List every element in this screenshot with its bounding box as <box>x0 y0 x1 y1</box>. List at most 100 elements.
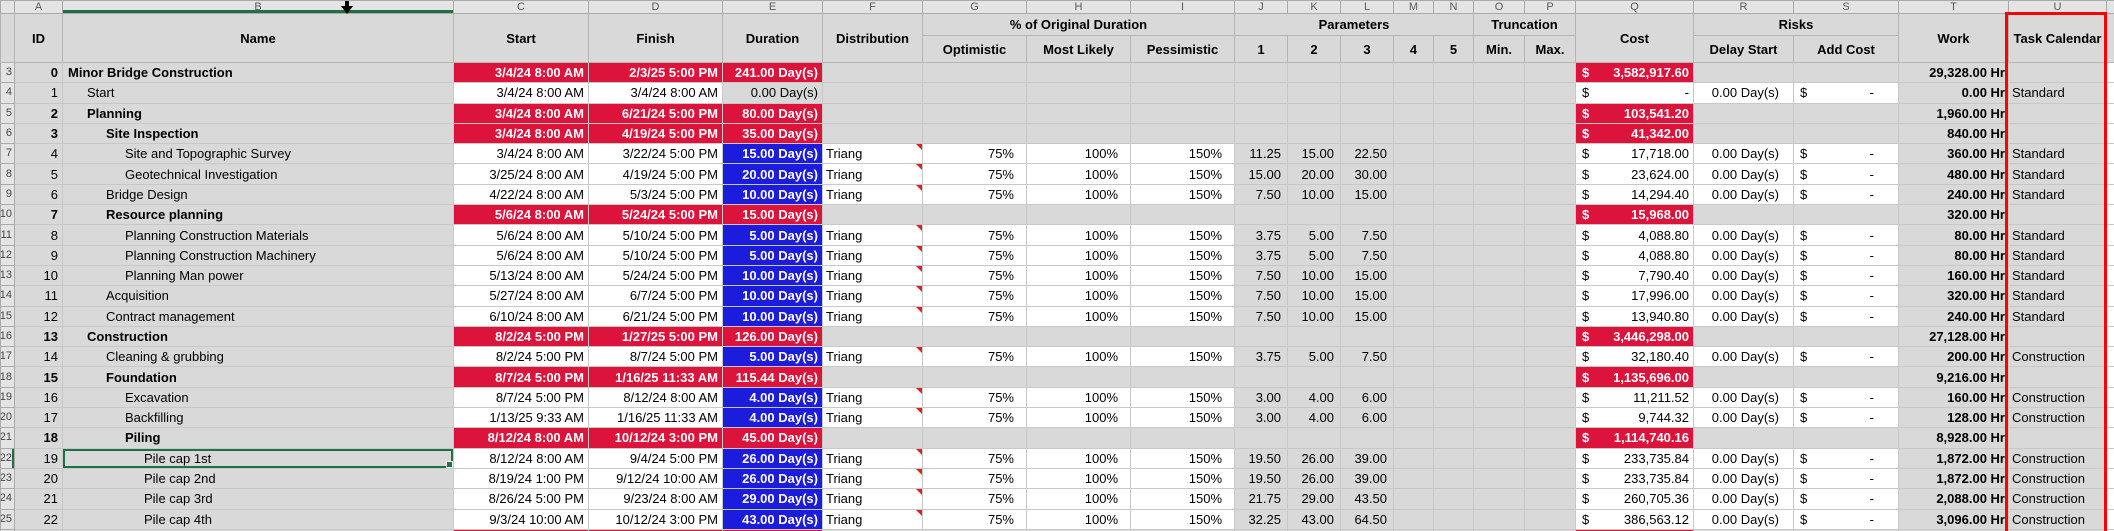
cell-param-3[interactable] <box>1341 326 1394 346</box>
cell-name[interactable]: Piling <box>63 428 454 448</box>
cell-name[interactable]: Backfilling <box>63 408 454 428</box>
cell-add-cost[interactable] <box>1794 367 1899 387</box>
cell-distribution[interactable]: Triang <box>823 286 923 306</box>
cell-truncation-max[interactable] <box>1525 509 1576 529</box>
cell-truncation-min[interactable] <box>1474 144 1525 164</box>
cell-finish[interactable]: 3/22/24 5:00 PM <box>589 144 723 164</box>
cell-task-calendar[interactable]: Standard <box>2009 225 2107 245</box>
cell-start[interactable]: 5/27/24 8:00 AM <box>454 286 589 306</box>
cell-optimistic[interactable]: 75% <box>923 144 1027 164</box>
cell-add-cost[interactable]: $- <box>1794 225 1899 245</box>
row-number[interactable]: 6 <box>1 123 15 143</box>
cell-task-calendar[interactable] <box>2009 205 2107 225</box>
cell-work[interactable]: 0.00 Hr <box>1899 83 2009 103</box>
cell-param-4[interactable] <box>1394 103 1434 123</box>
cell-truncation-min[interactable] <box>1474 489 1525 509</box>
cell-pessimistic[interactable] <box>1131 367 1235 387</box>
cell-work[interactable]: 1,872.00 Hr <box>1899 448 2009 468</box>
cell-distribution[interactable]: Triang <box>823 306 923 326</box>
column-letter-D[interactable]: D <box>589 1 723 14</box>
cell-optimistic[interactable] <box>923 428 1027 448</box>
cell-duration[interactable]: 15.00 Day(s) <box>723 205 823 225</box>
cell-param-2[interactable]: 5.00 <box>1288 225 1341 245</box>
cell-most-likely[interactable]: 100% <box>1027 408 1131 428</box>
cell-pessimistic[interactable]: 150% <box>1131 265 1235 285</box>
cell-task-calendar[interactable]: Standard <box>2009 306 2107 326</box>
header-pessimistic[interactable]: Pessimistic <box>1131 36 1235 63</box>
cell-task-calendar[interactable]: Standard <box>2009 184 2107 204</box>
cell-duration[interactable]: 29.00 Day(s) <box>723 489 823 509</box>
cell-truncation-min[interactable] <box>1474 468 1525 488</box>
cell-name[interactable]: Minor Bridge Construction <box>63 63 454 83</box>
cell-cost[interactable]: $15,968.00 <box>1576 205 1694 225</box>
cell-param-5[interactable] <box>1434 286 1474 306</box>
cell-param-3[interactable]: 15.00 <box>1341 184 1394 204</box>
cell-distribution[interactable]: Triang <box>823 225 923 245</box>
cell-task-calendar[interactable]: Construction <box>2009 509 2107 529</box>
header-add-cost[interactable]: Add Cost <box>1794 36 1899 63</box>
cell-finish[interactable]: 9/12/24 10:00 AM <box>589 468 723 488</box>
cell-start[interactable]: 8/7/24 5:00 PM <box>454 387 589 407</box>
cell-delay-start[interactable]: 0.00 Day(s) <box>1694 489 1794 509</box>
cell-duration[interactable]: 26.00 Day(s) <box>723 468 823 488</box>
cell-cost[interactable]: $- <box>1576 83 1694 103</box>
cell-param-2[interactable]: 10.00 <box>1288 184 1341 204</box>
cell-task-calendar[interactable]: Construction <box>2009 387 2107 407</box>
cell-param-1[interactable]: 3.00 <box>1235 387 1288 407</box>
cell-duration[interactable]: 4.00 Day(s) <box>723 387 823 407</box>
cell-param-1[interactable]: 3.75 <box>1235 347 1288 367</box>
cell-truncation-min[interactable] <box>1474 164 1525 184</box>
cell-param-1[interactable]: 3.75 <box>1235 225 1288 245</box>
cell-pessimistic[interactable]: 150% <box>1131 144 1235 164</box>
cell-truncation-max[interactable] <box>1525 306 1576 326</box>
cell-param-1[interactable]: 15.00 <box>1235 164 1288 184</box>
cell-param-3[interactable]: 6.00 <box>1341 387 1394 407</box>
cell-param-4[interactable] <box>1394 205 1434 225</box>
cell-id[interactable]: 9 <box>15 245 63 265</box>
cell-param-4[interactable] <box>1394 509 1434 529</box>
cell-most-likely[interactable]: 100% <box>1027 286 1131 306</box>
cell-cost[interactable]: $233,735.84 <box>1576 448 1694 468</box>
cell-param-2[interactable] <box>1288 123 1341 143</box>
row-number[interactable]: 4 <box>1 83 15 103</box>
cell-distribution[interactable]: Triang <box>823 509 923 529</box>
cell-delay-start[interactable]: 0.00 Day(s) <box>1694 408 1794 428</box>
cell-truncation-min[interactable] <box>1474 245 1525 265</box>
cell-duration[interactable]: 10.00 Day(s) <box>723 286 823 306</box>
cell-param-5[interactable] <box>1434 428 1474 448</box>
cell-optimistic[interactable] <box>923 83 1027 103</box>
cell-delay-start[interactable]: 0.00 Day(s) <box>1694 306 1794 326</box>
cell-finish[interactable]: 10/12/24 3:00 PM <box>589 428 723 448</box>
cell-param-3[interactable]: 64.50 <box>1341 509 1394 529</box>
cell-add-cost[interactable]: $- <box>1794 509 1899 529</box>
cell-task-calendar[interactable] <box>2009 428 2107 448</box>
cell-delay-start[interactable] <box>1694 123 1794 143</box>
column-letter-F[interactable]: F <box>823 1 923 14</box>
cell-param-5[interactable] <box>1434 408 1474 428</box>
cell-distribution[interactable]: Triang <box>823 387 923 407</box>
cell-add-cost[interactable]: $- <box>1794 306 1899 326</box>
column-letter-U[interactable]: U <box>2009 1 2107 14</box>
cell-cost[interactable]: $386,563.12 <box>1576 509 1694 529</box>
cell-pessimistic[interactable] <box>1131 428 1235 448</box>
cell-param-1[interactable] <box>1235 63 1288 83</box>
cell-cost[interactable]: $1,114,740.16 <box>1576 428 1694 448</box>
cell-distribution[interactable] <box>823 205 923 225</box>
cell-start[interactable]: 3/4/24 8:00 AM <box>454 83 589 103</box>
cell-add-cost[interactable]: $- <box>1794 448 1899 468</box>
cell-truncation-min[interactable] <box>1474 286 1525 306</box>
cell-pessimistic[interactable]: 150% <box>1131 448 1235 468</box>
cell-param-4[interactable] <box>1394 63 1434 83</box>
header-task-calendar[interactable]: Task Calendar <box>2009 14 2107 63</box>
cell-task-calendar[interactable]: Construction <box>2009 408 2107 428</box>
cell-work[interactable]: 200.00 Hr <box>1899 347 2009 367</box>
cell-optimistic[interactable]: 75% <box>923 347 1027 367</box>
cell-work[interactable]: 1,960.00 Hr <box>1899 103 2009 123</box>
cell-start[interactable]: 3/4/24 8:00 AM <box>454 63 589 83</box>
cell-id[interactable]: 18 <box>15 428 63 448</box>
cell-cost[interactable]: $3,446,298.00 <box>1576 326 1694 346</box>
cell-most-likely[interactable]: 100% <box>1027 144 1131 164</box>
cell-duration[interactable]: 10.00 Day(s) <box>723 306 823 326</box>
cell-distribution[interactable]: Triang <box>823 408 923 428</box>
cell-param-3[interactable] <box>1341 367 1394 387</box>
